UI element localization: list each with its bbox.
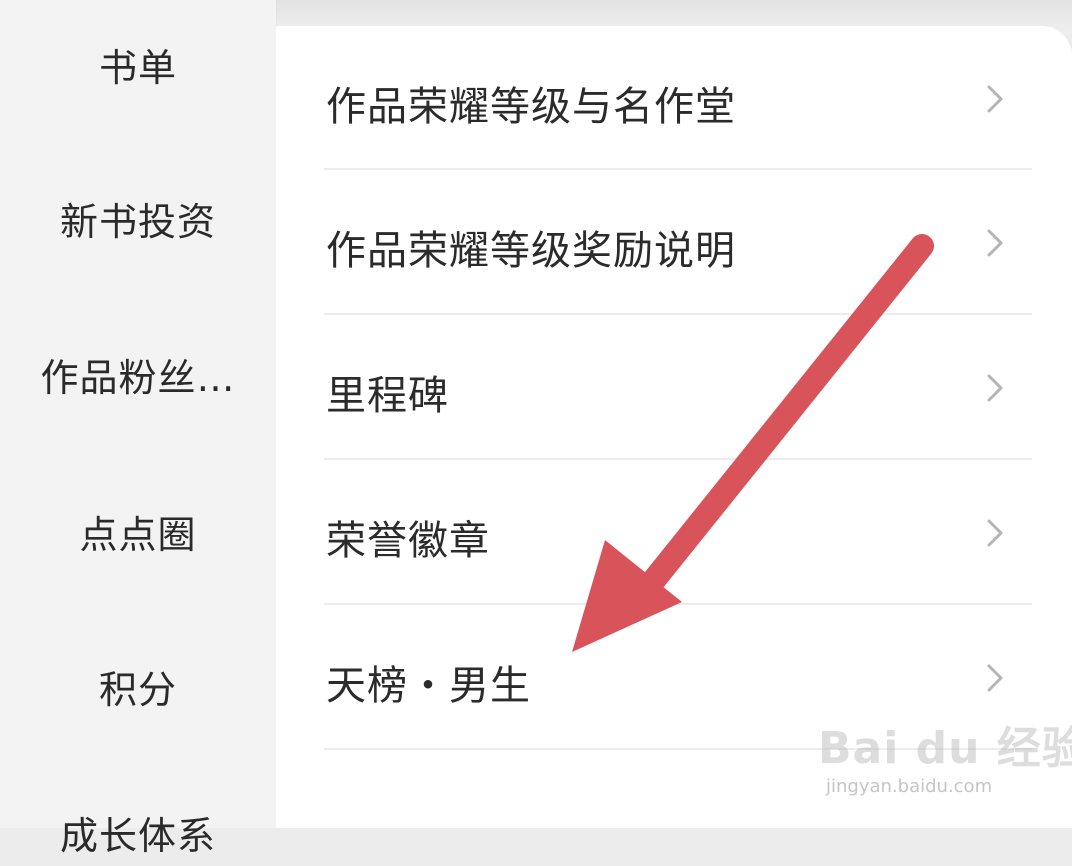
menu-item-label: 里程碑 [326, 373, 449, 419]
sidebar-item-booklist[interactable]: 书单 [0, 38, 276, 98]
menu-item-label: 天榜・男生 [326, 663, 531, 709]
sidebar-item-growth-system[interactable]: 成长体系 [0, 806, 276, 866]
menu-item-honor-badges[interactable]: 荣誉徽章 [324, 460, 1032, 605]
watermark-logo-text: Bai du 经验 [818, 723, 1072, 774]
menu-item-label: 荣誉徽章 [326, 518, 490, 564]
sidebar-item-diandian-circle[interactable]: 点点圈 [0, 505, 276, 565]
menu-item-label: 作品荣耀等级与名作堂 [326, 84, 736, 130]
sidebar-item-points[interactable]: 积分 [0, 660, 276, 720]
sidebar-item-work-fans[interactable]: 作品粉丝… [0, 348, 276, 408]
chevron-right-icon [987, 519, 1003, 547]
watermark-url: jingyan.baidu.com [826, 776, 993, 797]
baidu-jingyan-watermark: Bai du 经验 jingyan.baidu.com [818, 712, 1072, 808]
chevron-right-icon [987, 374, 1003, 402]
chevron-right-icon [987, 229, 1003, 257]
chevron-right-icon [987, 664, 1003, 692]
menu-item-label: 作品荣耀等级奖励说明 [326, 228, 736, 274]
chevron-right-icon [987, 85, 1003, 113]
sidebar-item-new-book-investment[interactable]: 新书投资 [0, 192, 276, 252]
menu-item-milestones[interactable]: 里程碑 [324, 315, 1032, 460]
menu-item-honor-level-hall[interactable]: 作品荣耀等级与名作堂 [324, 26, 1032, 171]
menu-panel: 作品荣耀等级与名作堂 作品荣耀等级奖励说明 里程碑 荣誉徽章 天榜・男生 [276, 26, 1072, 828]
menu-item-honor-level-rewards[interactable]: 作品荣耀等级奖励说明 [324, 170, 1032, 315]
sidebar: 书单 新书投资 作品粉丝… 点点圈 积分 成长体系 [0, 0, 276, 858]
